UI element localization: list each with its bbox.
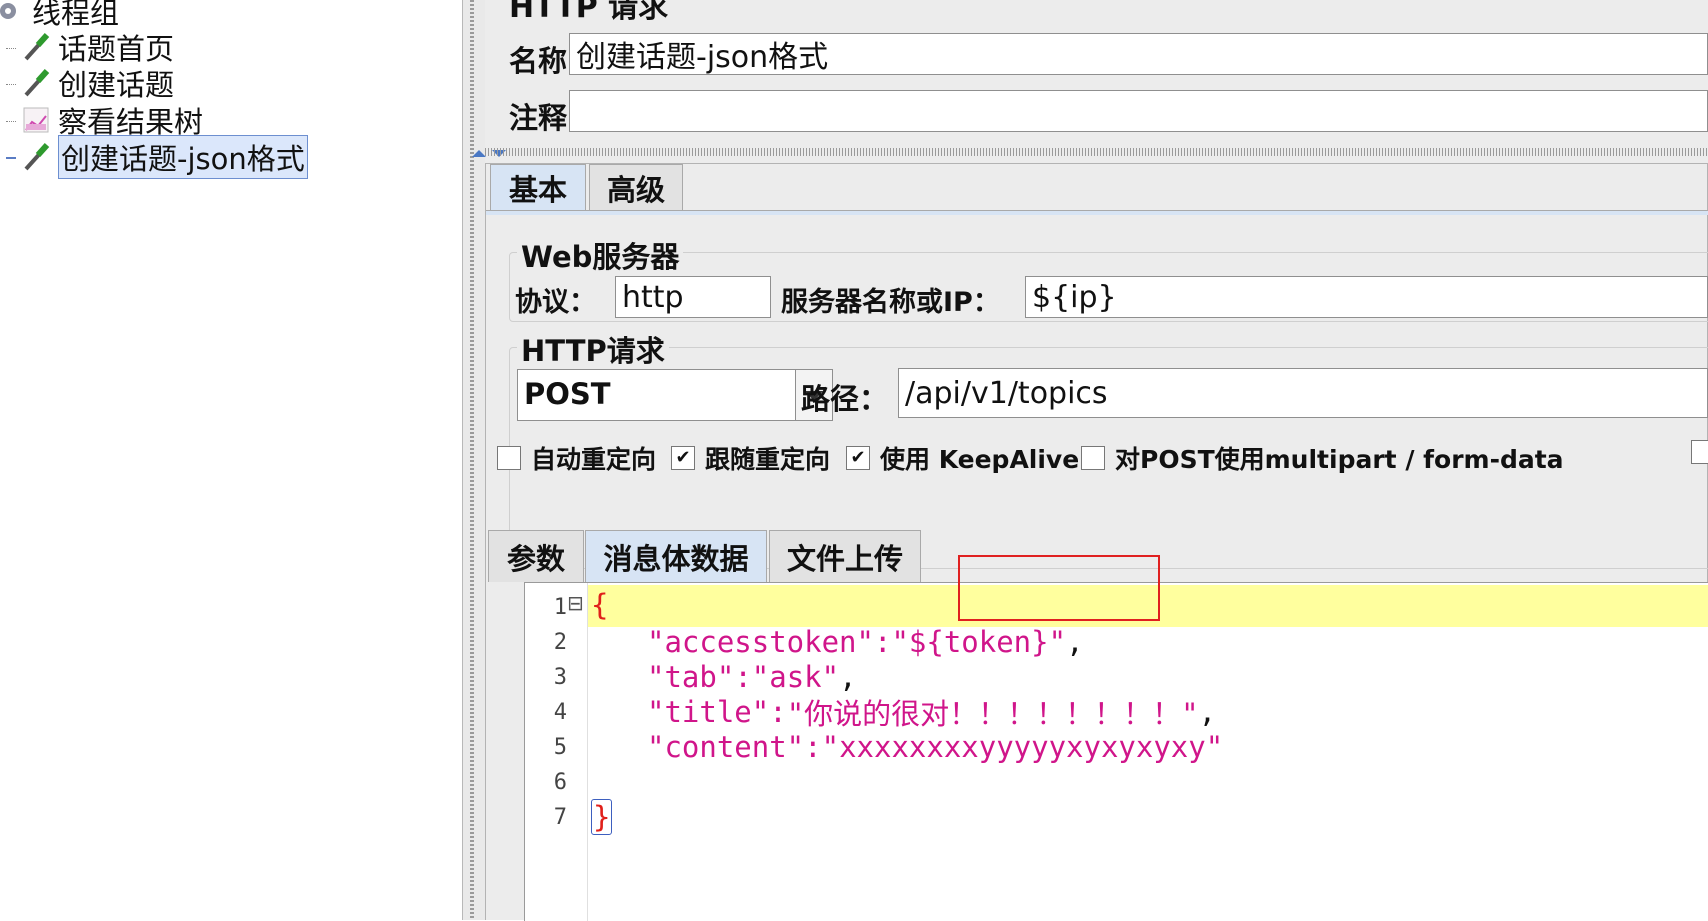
tab-body-data[interactable]: 消息体数据 bbox=[585, 530, 767, 582]
line-number: 4 bbox=[553, 700, 567, 725]
chart-listener-icon bbox=[22, 104, 50, 136]
pipette-sampler-icon bbox=[22, 31, 50, 63]
code-line-5: "content": "xxxxxxxxyyyyyxyxyxyxy" bbox=[647, 729, 1223, 765]
tree-node-create-topic-json[interactable]: 创建话题-json格式 bbox=[22, 135, 308, 179]
checkbox-multipart[interactable]: 对POST使用multipart / form-data bbox=[1081, 440, 1564, 476]
checkbox-box bbox=[497, 446, 521, 470]
tree-connector bbox=[6, 48, 16, 49]
json-value: "你说的很对！！！！！！！！" bbox=[786, 697, 1199, 731]
tree-connector bbox=[6, 84, 16, 85]
json-comma: , bbox=[839, 660, 857, 694]
json-comma: , bbox=[1066, 625, 1084, 659]
checkbox-auto-redirect[interactable]: 自动重定向 bbox=[497, 440, 656, 476]
method-value: POST bbox=[524, 377, 611, 411]
server-label: 服务器名称或IP： bbox=[781, 287, 1000, 318]
json-colon: : bbox=[873, 625, 892, 659]
tab-advanced[interactable]: 高级 bbox=[589, 164, 683, 210]
close-brace: } bbox=[591, 799, 613, 835]
tree-connector-selected bbox=[6, 157, 16, 159]
code-line-2: "accesstoken": "${token}", bbox=[647, 624, 1084, 660]
checkmark-icon: ✔ bbox=[671, 446, 695, 470]
checkbox-label: 对POST使用multipart / form-data bbox=[1115, 445, 1564, 474]
checkbox-label: 使用 KeepAlive bbox=[880, 445, 1080, 474]
path-field[interactable]: /api/v1/topics bbox=[898, 368, 1708, 418]
json-colon: : bbox=[804, 730, 822, 764]
json-comma: , bbox=[1198, 695, 1217, 729]
line-number: 7 bbox=[553, 805, 567, 830]
json-key: "content" bbox=[647, 730, 805, 764]
tree-node-view-results-tree[interactable]: 察看结果树 bbox=[22, 101, 203, 139]
path-label: 路径： bbox=[801, 382, 889, 416]
line-number: 5 bbox=[553, 735, 567, 760]
line-number: 2 bbox=[553, 630, 567, 655]
json-value: "ask" bbox=[751, 660, 840, 694]
pipette-sampler-icon bbox=[22, 141, 50, 173]
tab-underline bbox=[486, 210, 1708, 215]
tree-node-label: 创建话题 bbox=[58, 68, 175, 102]
gear-icon bbox=[0, 0, 24, 27]
json-colon: : bbox=[734, 660, 752, 694]
divider bbox=[485, 148, 1708, 156]
pipette-sampler-icon bbox=[22, 67, 50, 99]
code-line-7: } bbox=[591, 799, 613, 835]
json-value-token: "${token}" bbox=[891, 625, 1067, 659]
line-number: 6 bbox=[553, 770, 567, 795]
tree-connector bbox=[6, 121, 16, 122]
name-field[interactable]: 创建话题-json格式 bbox=[569, 33, 1708, 75]
checkbox-label: 自动重定向 bbox=[531, 445, 657, 474]
panel-title: HTTP 请求 bbox=[509, 0, 669, 25]
checkbox-box bbox=[1081, 446, 1105, 470]
tab-file-upload[interactable]: 文件上传 bbox=[769, 530, 921, 582]
json-value: "xxxxxxxxyyyyyxyxyxyxy" bbox=[821, 730, 1224, 764]
line-number: 3 bbox=[553, 665, 567, 690]
checkbox-more[interactable] bbox=[1691, 440, 1708, 464]
http-request-group-title: HTTP请求 bbox=[517, 328, 669, 370]
tab-bar: 基本 高级 bbox=[486, 164, 1708, 210]
fold-icon[interactable]: ⊟ bbox=[567, 591, 584, 615]
tab-basic[interactable]: 基本 bbox=[490, 164, 586, 210]
line-number-gutter: 1 2 3 4 5 6 7 ⊟ bbox=[525, 583, 588, 921]
code-line-3: "tab": "ask", bbox=[647, 659, 857, 695]
server-field[interactable]: ${ip} bbox=[1025, 276, 1708, 318]
split-pane-divider[interactable] bbox=[462, 0, 486, 920]
code-line-4: "title": "你说的很对！！！！！！！！", bbox=[647, 694, 1217, 731]
tree-node-topic-home[interactable]: 话题首页 bbox=[22, 28, 174, 66]
test-plan-tree: 线程组 话题首页 创建话题 察看结果树 创建话题-json格式 bbox=[0, 0, 462, 920]
json-key: "title" bbox=[647, 695, 770, 729]
checkbox-box bbox=[1691, 440, 1708, 464]
line-number: 1 bbox=[553, 595, 567, 620]
comment-field[interactable] bbox=[569, 90, 1708, 132]
json-colon: : bbox=[769, 695, 787, 729]
protocol-field[interactable]: http bbox=[615, 276, 771, 318]
body-data-editor[interactable]: 1 2 3 4 5 6 7 ⊟ { "accesstoken": "${token… bbox=[524, 555, 1708, 921]
annotation-highlight-box bbox=[958, 555, 1160, 621]
tree-node-label-selected: 创建话题-json格式 bbox=[58, 135, 308, 179]
checkmark-icon: ✔ bbox=[846, 446, 870, 470]
protocol-label: 协议： bbox=[515, 287, 596, 318]
tab-parameters[interactable]: 参数 bbox=[488, 530, 584, 582]
json-key: "tab" bbox=[647, 660, 735, 694]
json-key: "accesstoken" bbox=[647, 625, 874, 659]
checkbox-label: 跟随重定向 bbox=[705, 445, 831, 474]
checkbox-keepalive[interactable]: ✔ 使用 KeepAlive bbox=[846, 440, 1079, 476]
web-server-group-title: Web服务器 bbox=[517, 234, 684, 276]
checkbox-follow-redirect[interactable]: ✔ 跟随重定向 bbox=[671, 440, 830, 476]
tree-node-create-topic[interactable]: 创建话题 bbox=[22, 64, 174, 102]
open-brace: { bbox=[591, 588, 609, 622]
code-line-1: { bbox=[591, 587, 608, 623]
method-select[interactable]: POST bbox=[517, 369, 833, 421]
